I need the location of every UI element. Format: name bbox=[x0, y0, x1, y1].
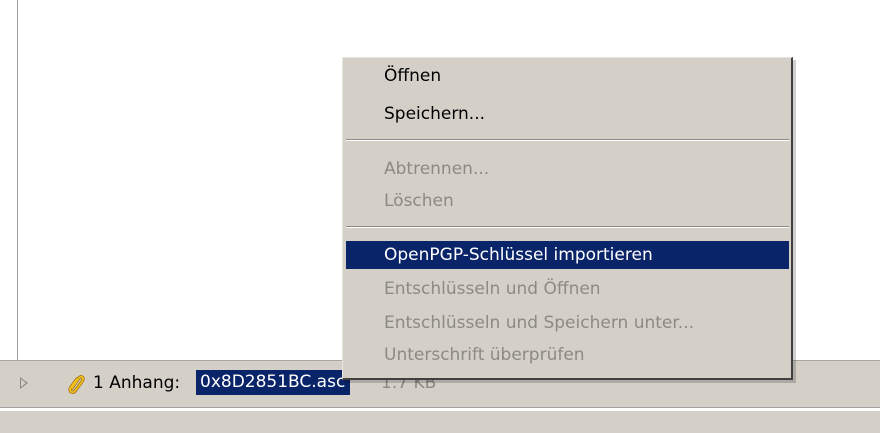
attachment-count-label: 1 Anhang: bbox=[93, 373, 181, 393]
attachment-context-menu: Öffnen Speichern... Abtrennen... Löschen… bbox=[342, 57, 793, 380]
paperclip-icon bbox=[66, 372, 86, 394]
attachment-file-name[interactable]: 0x8D2851BC.asc bbox=[196, 370, 351, 395]
menu-item-verify-signature[interactable]: Unterschrift überprüfen bbox=[346, 341, 789, 369]
menu-item-save[interactable]: Speichern... bbox=[346, 100, 789, 128]
menu-separator bbox=[346, 226, 789, 228]
menu-item-detach[interactable]: Abtrennen... bbox=[346, 155, 789, 183]
menu-separator bbox=[346, 139, 789, 141]
status-strip bbox=[0, 407, 880, 433]
menu-item-delete[interactable]: Löschen bbox=[346, 187, 789, 215]
menu-item-decrypt-save-as[interactable]: Entschlüsseln und Speichern unter... bbox=[346, 309, 789, 337]
message-left-border bbox=[17, 0, 18, 360]
menu-item-decrypt-open[interactable]: Entschlüsseln und Öffnen bbox=[346, 275, 789, 303]
menu-item-import-openpgp-key[interactable]: OpenPGP-Schlüssel importieren bbox=[346, 241, 789, 269]
triangle-right-icon[interactable] bbox=[20, 377, 28, 389]
menu-item-open[interactable]: Öffnen bbox=[346, 62, 789, 90]
